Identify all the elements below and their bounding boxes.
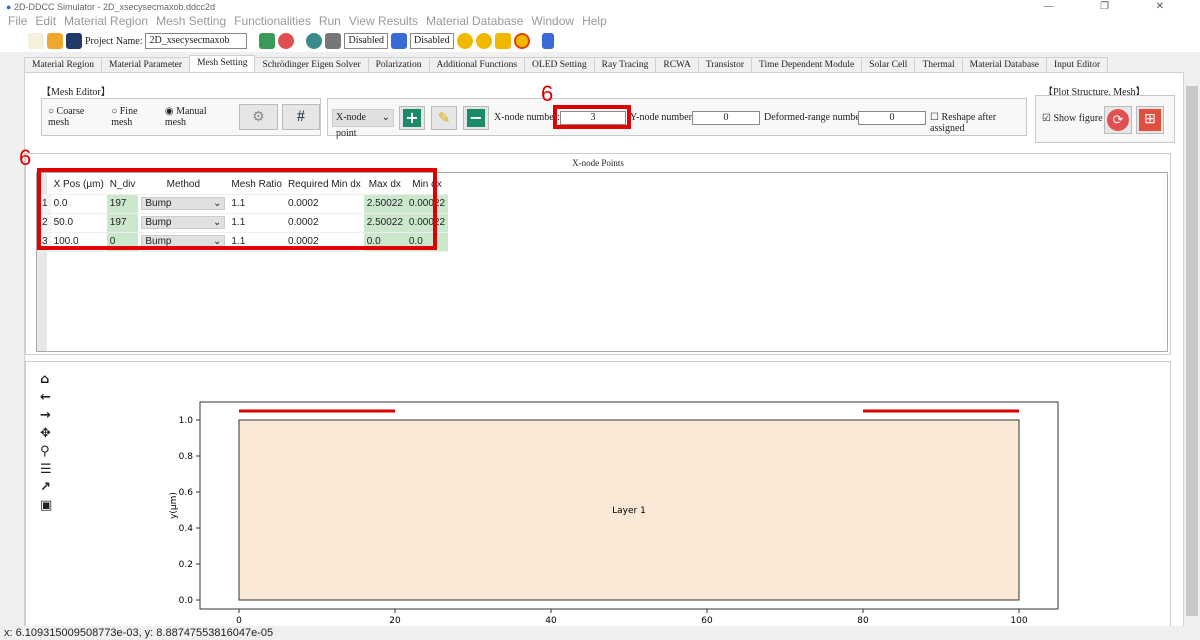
structure-plot: Layer 1 0 20 40 60 80 100 0.0 0.2 0.4 0.6 0.8 1.0 y(µ… <box>169 401 1059 626</box>
y-tick-label: 0.6 <box>179 488 194 498</box>
x-tick-label: 0 <box>236 616 242 626</box>
y-tick-label: 0.2 <box>179 560 193 570</box>
x-tick-label: 60 <box>701 616 713 626</box>
status-bar: x: 6.109315009508773e-03, y: 8.887475538… <box>0 626 1200 640</box>
x-tick-label: 100 <box>1010 616 1027 626</box>
layer-label: Layer 1 <box>612 506 646 516</box>
x-tick-label: 80 <box>857 616 869 626</box>
y-tick-label: 0.0 <box>179 596 194 606</box>
y-axis-label: y(µm) <box>169 492 179 519</box>
y-tick-label: 0.4 <box>179 524 194 534</box>
x-tick-label: 40 <box>545 616 557 626</box>
x-tick-label: 20 <box>389 616 401 626</box>
scrollbar[interactable] <box>1184 72 1200 626</box>
y-tick-label: 1.0 <box>179 416 194 426</box>
y-tick-label: 0.8 <box>179 452 194 462</box>
